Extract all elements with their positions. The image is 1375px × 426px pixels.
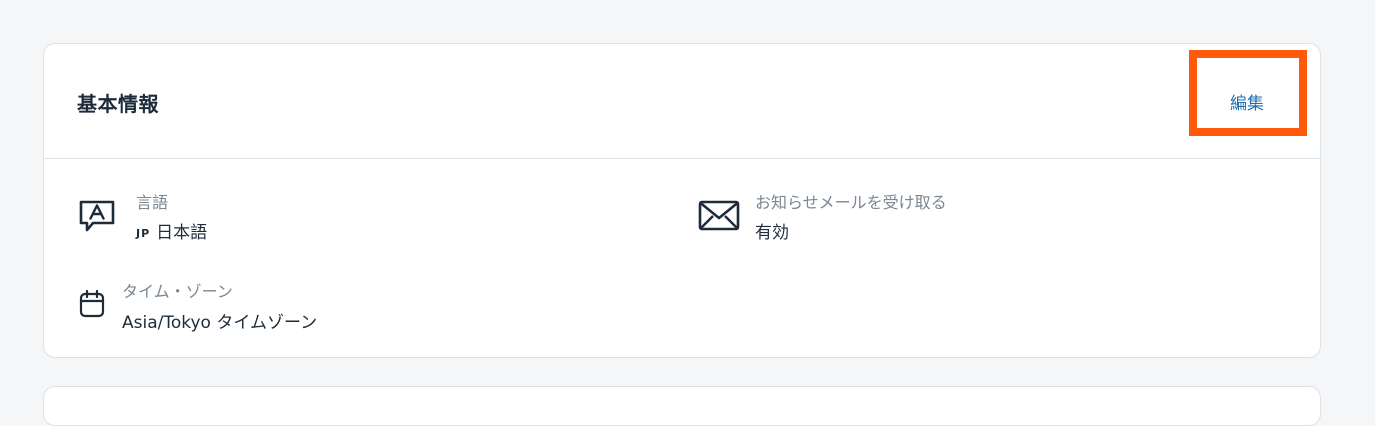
chat-letter-a-icon bbox=[79, 200, 115, 232]
envelope-icon bbox=[698, 200, 740, 231]
notification-label: お知らせメールを受け取る bbox=[755, 193, 947, 212]
timezone-value: Asia/Tokyo タイムゾーン bbox=[122, 313, 318, 333]
timezone-label: タイム・ゾーン bbox=[122, 282, 233, 301]
language-label: 言語 bbox=[136, 193, 169, 212]
language-value: JP 日本語 bbox=[136, 218, 207, 243]
card-header: 基本情報 編集 bbox=[44, 44, 1320, 159]
language-name: 日本語 bbox=[156, 223, 208, 243]
language-code: JP bbox=[136, 227, 151, 240]
notification-value: 有効 bbox=[755, 223, 789, 243]
card-title: 基本情報 bbox=[77, 92, 159, 116]
edit-button[interactable]: 編集 bbox=[1230, 89, 1264, 114]
calendar-icon bbox=[79, 289, 105, 318]
basic-info-card: 基本情報 編集 言語 JP 日本語 お知らせメールを受け取る 有効 タイム・ゾー… bbox=[43, 43, 1321, 358]
next-card bbox=[43, 386, 1321, 426]
